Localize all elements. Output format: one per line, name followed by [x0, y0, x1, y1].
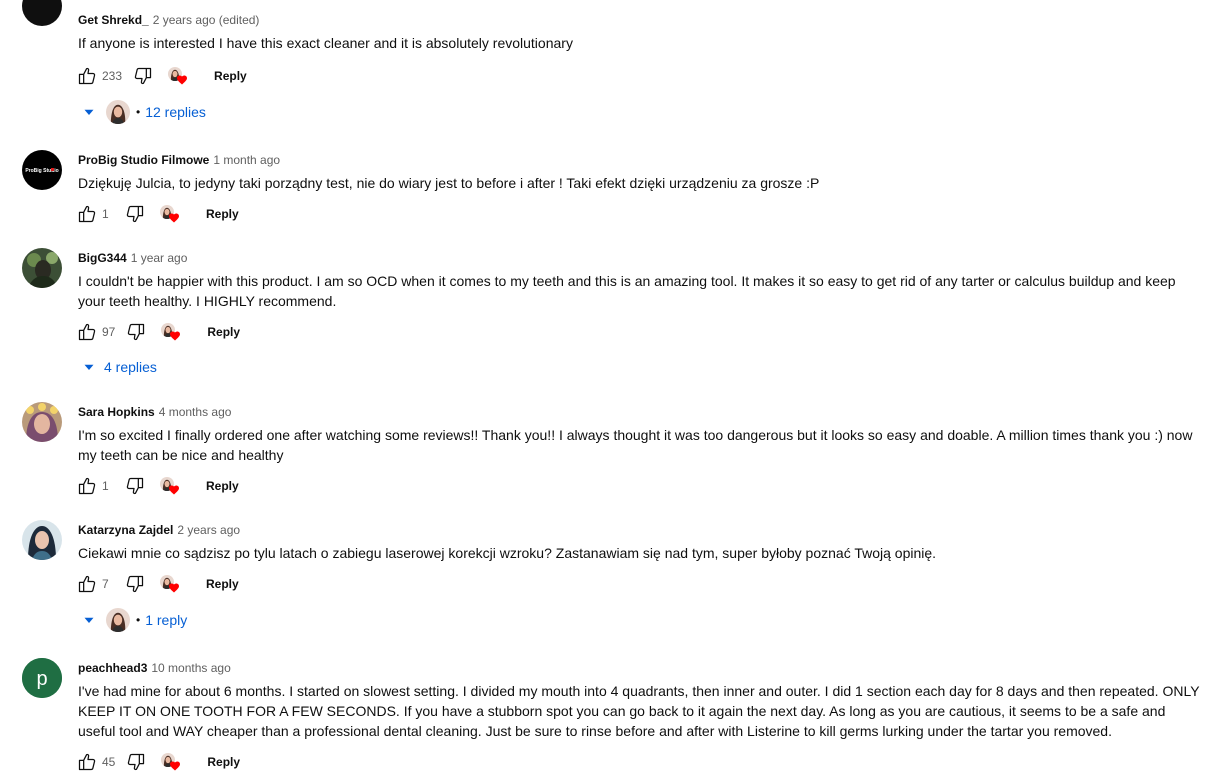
thumb-up-icon[interactable]	[76, 573, 98, 595]
comment-text: I couldn't be happier with this product.…	[78, 273, 1176, 309]
avatar-letter: p	[36, 668, 47, 690]
comment-text: I'm so excited I finally ordered one aft…	[78, 427, 1193, 463]
creator-avatar	[106, 608, 130, 632]
caret-down-icon	[80, 611, 98, 629]
avatar[interactable]: ProBig Studio	[22, 150, 62, 190]
avatar[interactable]	[22, 402, 62, 442]
comment-text: Dziękuję Julcia, to jedyny taki porządny…	[78, 175, 820, 191]
comment-author[interactable]: BigG344	[78, 251, 127, 265]
comment-author[interactable]: Katarzyna Zajdel	[78, 523, 173, 537]
reply-button[interactable]: Reply	[206, 207, 239, 221]
comment-time[interactable]: 10 months ago	[151, 661, 230, 675]
comment-actions: 7 Reply	[76, 572, 239, 596]
thumb-up-icon[interactable]	[76, 65, 98, 87]
comment-author[interactable]: peachhead3	[78, 661, 147, 675]
separator-dot: •	[136, 613, 141, 627]
thumb-up-icon[interactable]	[76, 751, 98, 771]
creator-heart-icon	[168, 484, 180, 496]
creator-heart-icon	[168, 582, 180, 594]
like-count: 1	[102, 207, 109, 221]
creator-heart-icon	[168, 212, 180, 224]
like-count: 97	[102, 325, 116, 339]
creator-heart-badge	[160, 475, 182, 497]
comment-actions: 233 Reply	[76, 64, 247, 88]
thumb-down-icon[interactable]	[124, 475, 146, 497]
like-count: 7	[102, 577, 109, 591]
creator-heart-badge	[168, 65, 190, 87]
reply-button[interactable]: Reply	[207, 755, 240, 769]
view-replies-button[interactable]: • 12 replies	[80, 98, 206, 126]
view-replies-button[interactable]: 4 replies	[80, 353, 157, 381]
comment-time[interactable]: 1 month ago	[213, 153, 280, 167]
reply-button[interactable]: Reply	[206, 479, 239, 493]
caret-down-icon	[80, 103, 98, 121]
comment-time[interactable]: 1 year ago	[131, 251, 188, 265]
thumb-up-icon[interactable]	[76, 203, 98, 225]
avatar[interactable]: p	[22, 658, 62, 698]
like-count: 1	[102, 479, 109, 493]
comment-time[interactable]: 2 years ago	[177, 523, 240, 537]
comment-text: Ciekawi mnie co sądzisz po tylu latach o…	[78, 545, 937, 561]
thumb-down-icon[interactable]	[124, 203, 146, 225]
creator-heart-badge	[161, 751, 183, 771]
comment-author[interactable]: ProBig Studio Filmowe	[78, 153, 209, 167]
thumb-up-icon[interactable]	[76, 321, 98, 343]
separator-dot: •	[136, 105, 141, 119]
reply-button[interactable]: Reply	[207, 325, 240, 339]
like-count: 45	[102, 755, 116, 769]
thumb-down-icon[interactable]	[125, 751, 147, 771]
comment-actions: 1 Reply	[76, 474, 239, 498]
avatar[interactable]	[22, 248, 62, 288]
creator-avatar	[106, 100, 130, 124]
comment-actions: 45 Reply	[76, 750, 240, 771]
thumb-down-icon[interactable]	[125, 321, 147, 343]
replies-count: 4 replies	[104, 359, 157, 375]
caret-down-icon	[80, 358, 98, 376]
creator-heart-icon	[169, 330, 181, 342]
reply-button[interactable]: Reply	[206, 577, 239, 591]
comment-author[interactable]: Get Shrekd_	[78, 13, 149, 27]
creator-heart-badge	[160, 203, 182, 225]
view-replies-button[interactable]: • 1 reply	[80, 606, 187, 634]
thumb-up-icon[interactable]	[76, 475, 98, 497]
comment-time[interactable]: 2 years ago (edited)	[153, 13, 260, 27]
comment-actions: 97 Reply	[76, 320, 240, 344]
reply-button[interactable]: Reply	[214, 69, 247, 83]
avatar[interactable]	[22, 0, 62, 26]
comment-time[interactable]: 4 months ago	[159, 405, 232, 419]
comment-text: I've had mine for about 6 months. I star…	[78, 683, 1200, 739]
replies-count: 12 replies	[145, 104, 206, 120]
replies-count: 1 reply	[145, 612, 188, 628]
comment-author[interactable]: Sara Hopkins	[78, 405, 155, 419]
creator-heart-badge	[160, 573, 182, 595]
thumb-down-icon[interactable]	[124, 573, 146, 595]
creator-heart-badge	[161, 321, 183, 343]
creator-heart-icon	[176, 74, 188, 86]
like-count: 233	[102, 69, 123, 83]
comment-text: If anyone is interested I have this exac…	[78, 35, 573, 51]
thumb-down-icon[interactable]	[132, 65, 154, 87]
creator-heart-icon	[169, 760, 181, 771]
comment-actions: 1 Reply	[76, 202, 239, 226]
avatar[interactable]	[22, 520, 62, 560]
